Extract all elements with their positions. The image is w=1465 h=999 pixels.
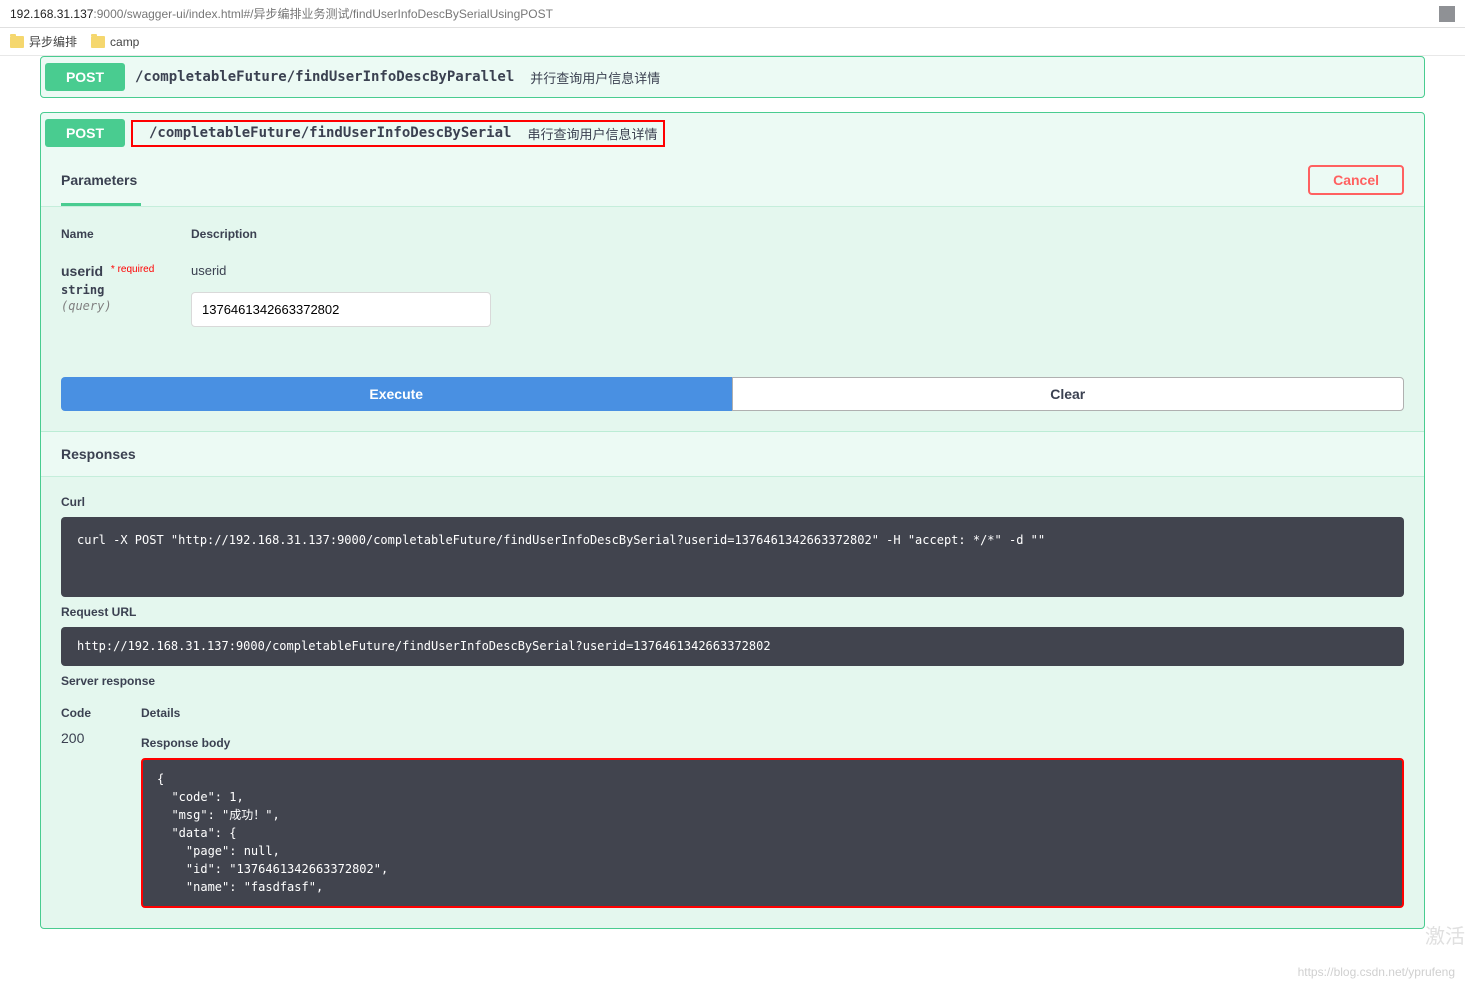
param-in: (query) <box>61 299 191 313</box>
clear-button[interactable]: Clear <box>732 377 1405 411</box>
column-name: Name <box>61 227 191 241</box>
watermark-link: https://blog.csdn.net/yprufeng <box>1298 965 1455 979</box>
response-body-label: Response body <box>141 736 1404 750</box>
param-name: userid <box>61 263 103 279</box>
curl-label: Curl <box>61 495 1404 509</box>
watermark-activate: 激活 <box>1425 920 1465 949</box>
browser-address-bar: 192.168.31.137:9000/swagger-ui/index.htm… <box>0 0 1465 28</box>
operation-path: /completableFuture/findUserInfoDescByPar… <box>125 69 524 85</box>
folder-icon <box>91 36 105 48</box>
response-code: 200 <box>61 730 141 908</box>
cancel-button[interactable]: Cancel <box>1308 165 1404 195</box>
param-required: * required <box>111 264 154 275</box>
operation-serial: POST /completableFuture/findUserInfoDesc… <box>40 112 1425 929</box>
method-badge: POST <box>45 119 125 147</box>
operation-parallel[interactable]: POST /completableFuture/findUserInfoDesc… <box>40 56 1425 98</box>
request-url-output: http://192.168.31.137:9000/completableFu… <box>61 627 1404 666</box>
operation-summary-row[interactable]: POST /completableFuture/findUserInfoDesc… <box>41 113 1424 153</box>
response-body-output: { "code": 1, "msg": "成功！", "data": { "pa… <box>141 758 1404 908</box>
request-url-label: Request URL <box>61 605 1404 619</box>
url-host: 192.168.31.137 <box>10 7 93 21</box>
param-type: string <box>61 283 191 297</box>
column-description: Description <box>191 227 1404 241</box>
column-details: Details <box>141 706 1404 720</box>
responses-heading: Responses <box>41 431 1424 476</box>
operation-summary: 串行查询用户信息详情 <box>521 124 657 143</box>
bookmark-item[interactable]: 异步编排 <box>10 33 77 50</box>
bookmarks-bar: 异步编排 camp <box>0 28 1465 56</box>
method-badge: POST <box>45 63 125 91</box>
url-path: :9000/swagger-ui/index.html#/异步编排业务测试/fi… <box>93 5 553 22</box>
translate-icon[interactable] <box>1439 6 1455 22</box>
param-description: userid <box>191 263 1404 278</box>
operation-path: /completableFuture/findUserInfoDescBySer… <box>139 125 521 141</box>
folder-icon <box>10 36 24 48</box>
execute-button[interactable]: Execute <box>61 377 732 411</box>
bookmark-item[interactable]: camp <box>91 35 139 49</box>
parameters-heading: Parameters <box>61 172 137 188</box>
server-response-label: Server response <box>61 674 1404 688</box>
operation-summary: 并行查询用户信息详情 <box>524 68 660 87</box>
userid-input[interactable] <box>191 292 491 327</box>
column-code: Code <box>61 706 141 720</box>
curl-output: curl -X POST "http://192.168.31.137:9000… <box>61 517 1404 597</box>
parameter-row: userid * required string (query) userid <box>61 253 1404 347</box>
